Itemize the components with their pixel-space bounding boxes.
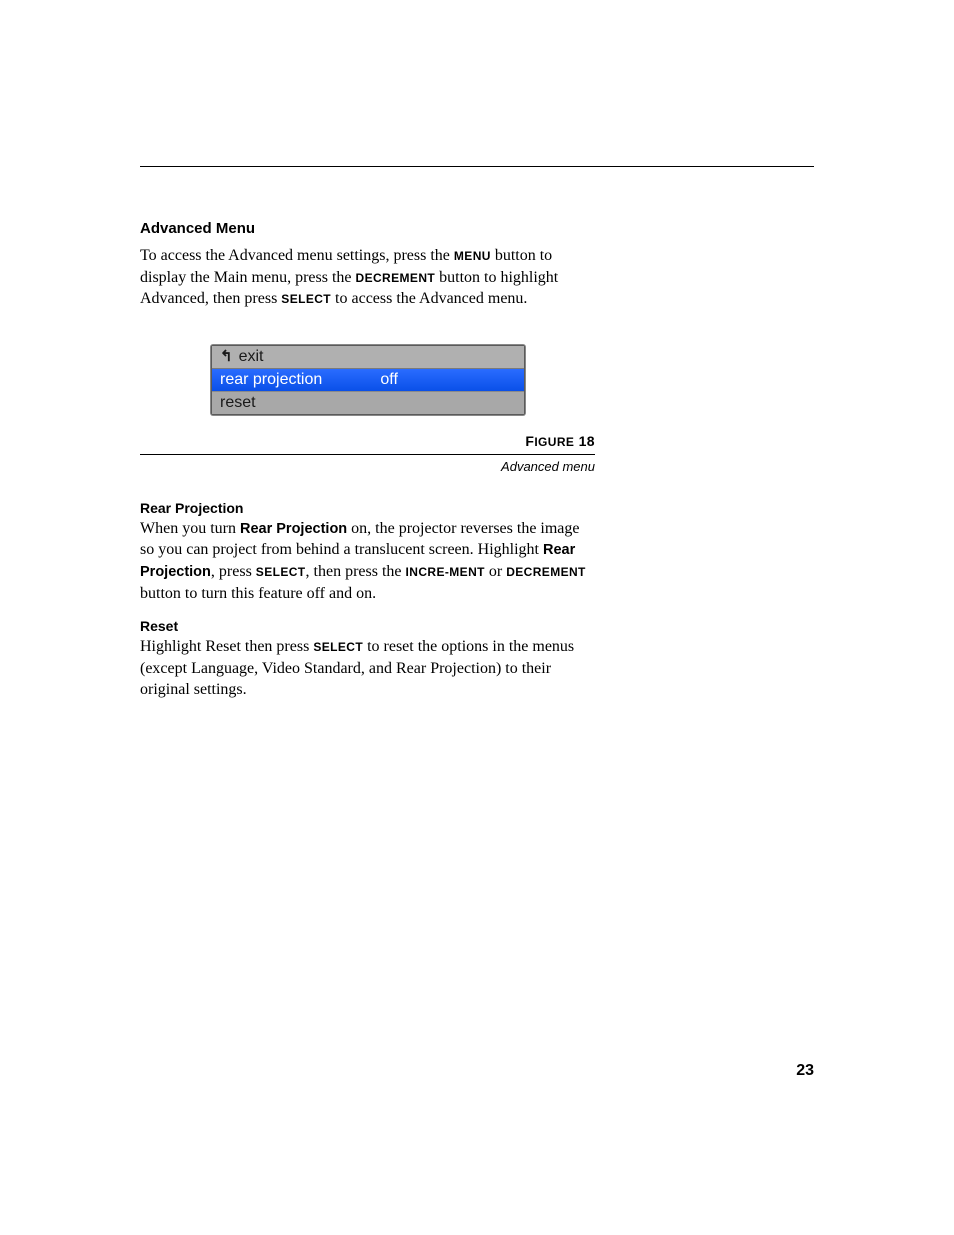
menu-label: reset xyxy=(220,392,256,414)
button-ref-increment: incre-ment xyxy=(406,565,485,579)
text: or xyxy=(485,563,506,580)
menu-value: off xyxy=(322,369,516,391)
text: F xyxy=(525,433,534,449)
menu-label: exit xyxy=(239,346,264,368)
sub-heading: Reset xyxy=(140,618,595,634)
text: to access the Advanced menu. xyxy=(331,290,527,307)
rear-projection-section: Rear Projection When you turn Rear Proje… xyxy=(140,500,595,604)
figure-caption: Advanced menu xyxy=(140,459,595,474)
page-number: 23 xyxy=(796,1062,814,1080)
menu-item-exit: ↰ exit xyxy=(212,346,524,369)
feature-name: Rear Projection xyxy=(240,521,347,537)
text: Highlight Reset then press xyxy=(140,638,313,655)
text: When you turn xyxy=(140,520,240,537)
page: Advanced Menu To access the Advanced men… xyxy=(0,0,954,1235)
text: , press xyxy=(211,563,256,580)
button-ref-select: select xyxy=(313,640,363,654)
text: , then press the xyxy=(306,563,406,580)
content-column: Advanced Menu To access the Advanced men… xyxy=(140,220,595,701)
reset-section: Reset Highlight Reset then press select … xyxy=(140,618,595,701)
menu-item-reset: reset xyxy=(212,391,524,414)
menu-label: rear projection xyxy=(220,369,322,391)
advanced-menu-screenshot: ↰ exit rear projection off reset xyxy=(211,345,525,415)
button-ref-menu: menu xyxy=(454,249,491,263)
sub-heading: Rear Projection xyxy=(140,500,595,516)
button-ref-select: select xyxy=(256,565,306,579)
menu-item-rear-projection: rear projection off xyxy=(212,369,524,391)
figure-number: 18 xyxy=(574,433,595,449)
back-arrow-icon: ↰ xyxy=(220,346,233,368)
text: To access the Advanced menu settings, pr… xyxy=(140,247,454,264)
reset-paragraph: Highlight Reset then press select to res… xyxy=(140,636,595,701)
intro-paragraph: To access the Advanced menu settings, pr… xyxy=(140,245,595,310)
top-rule xyxy=(140,166,814,167)
button-ref-decrement: decrement xyxy=(506,565,586,579)
button-ref-select: select xyxy=(281,292,331,306)
rear-projection-paragraph: When you turn Rear Projection on, the pr… xyxy=(140,518,595,604)
text: button to turn this feature off and on. xyxy=(140,585,376,602)
section-heading: Advanced Menu xyxy=(140,220,595,237)
text: IGURE xyxy=(534,435,574,449)
figure-label-row: FIGURE 18 xyxy=(140,433,595,455)
figure-label: FIGURE 18 xyxy=(525,435,595,449)
button-ref-decrement: decrement xyxy=(356,271,436,285)
